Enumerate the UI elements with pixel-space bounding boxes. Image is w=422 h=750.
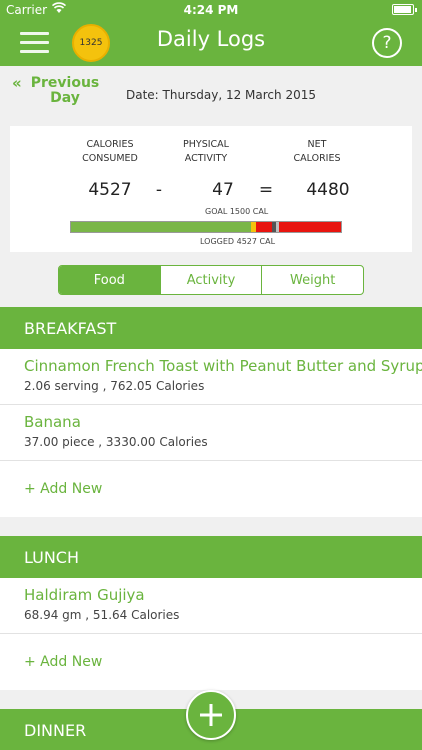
logged-label: LOGGED 4527 CAL [200, 237, 276, 246]
progress-segment [278, 222, 341, 232]
list-item[interactable]: Cinnamon French Toast with Peanut Butter… [0, 349, 422, 405]
plus-icon [200, 704, 222, 726]
progress-segment [255, 222, 273, 232]
food-detail: 37.00 piece , 3330.00 Calories [24, 435, 208, 449]
net-calories-value: 4480 [306, 180, 350, 200]
food-name: Banana [24, 413, 81, 431]
physical-activity-header: PHYSICAL ACTIVITY [183, 139, 229, 164]
battery-icon [392, 4, 417, 15]
equals-operator: = [258, 180, 274, 200]
breakfast-section: BREAKFAST Cinnamon French Toast with Pea… [0, 307, 422, 517]
list-item[interactable]: Haldiram Gujiya 68.94 gm , 51.64 Calorie… [0, 578, 422, 634]
net-calories-header: NET CALORIES [293, 139, 341, 164]
tab-weight[interactable]: Weight [262, 266, 363, 294]
list-item[interactable]: Banana 37.00 piece , 3330.00 Calories [0, 405, 422, 461]
minus-operator: - [155, 180, 163, 200]
progress-segment [71, 222, 251, 232]
menu-icon[interactable] [20, 32, 49, 54]
physical-activity-value: 47 [212, 180, 234, 200]
tab-activity[interactable]: Activity [161, 266, 263, 294]
food-detail: 2.06 serving , 762.05 Calories [24, 379, 205, 393]
help-icon[interactable]: ? [372, 28, 402, 58]
lunch-section: LUNCH Haldiram Gujiya 68.94 gm , 51.64 C… [0, 536, 422, 690]
calories-consumed-value: 4527 [88, 180, 132, 200]
clock: 4:24 PM [183, 3, 239, 17]
food-name: Haldiram Gujiya [24, 586, 145, 604]
previous-day-label-line2: Day [50, 90, 80, 106]
add-lunch-button[interactable]: + Add New [0, 634, 422, 690]
navbar: 1325 Daily Logs ? [0, 20, 422, 66]
chevron-double-left-icon: « [12, 74, 22, 92]
goal-label: GOAL 1500 CAL [205, 207, 269, 216]
lunch-header[interactable]: LUNCH [0, 536, 422, 578]
calorie-summary-card: CALORIES CONSUMED PHYSICAL ACTIVITY NET … [10, 126, 412, 252]
breakfast-header[interactable]: BREAKFAST [0, 307, 422, 349]
log-type-tabs: Food Activity Weight [58, 265, 364, 295]
date-label: Date: Thursday, 12 March 2015 [126, 88, 316, 102]
food-detail: 68.94 gm , 51.64 Calories [24, 608, 180, 622]
food-name: Cinnamon French Toast with Peanut Butter… [24, 357, 422, 375]
status-bar: Carrier 4:24 PM [0, 0, 422, 20]
tab-food[interactable]: Food [59, 266, 161, 294]
date-row: « Previous Day Date: Thursday, 12 March … [0, 66, 422, 124]
calories-consumed-header: CALORIES CONSUMED [82, 139, 138, 164]
page-title: Daily Logs [156, 27, 266, 51]
previous-day-button[interactable]: « Previous Day [12, 76, 102, 106]
add-entry-button[interactable] [186, 690, 236, 740]
calorie-progress-bar [70, 221, 342, 233]
calorie-badge[interactable]: 1325 [72, 24, 110, 62]
add-breakfast-button[interactable]: + Add New [0, 461, 422, 517]
previous-day-label-line1: Previous [30, 75, 100, 91]
